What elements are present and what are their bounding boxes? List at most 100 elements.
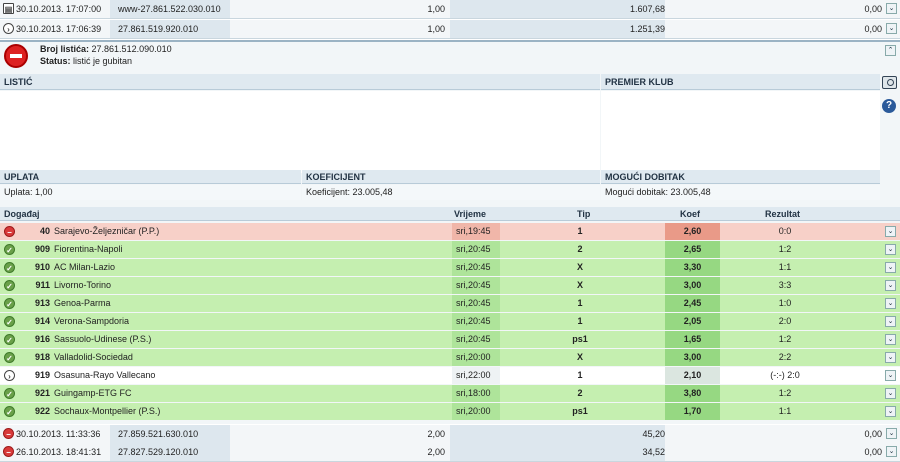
event-tip: X	[576, 280, 583, 290]
event-code: 916	[34, 334, 50, 344]
event-time: sri,20:00	[456, 352, 491, 362]
event-tip: 2	[577, 244, 583, 254]
expand-chevron-icon[interactable]: ⌄	[885, 226, 896, 237]
checkmark-icon: ✓	[4, 280, 15, 291]
event-result: 3:3	[778, 280, 792, 290]
event-row[interactable]: ✓ 921 Guingamp-ETG FC sri,18:00 2 3,80 1:2 ⌄	[0, 385, 900, 402]
event-result: (-:-) 2:0	[770, 370, 800, 380]
event-code: 40	[39, 226, 50, 236]
event-row[interactable]: › 919 Osasuna-Rayo Vallecano sri,22:00 1 2,10…	[0, 367, 900, 384]
event-koef: 3,80	[683, 388, 702, 398]
event-name: Sarajevo-Željezničar (P.P.)	[54, 226, 160, 236]
event-row[interactable]: ✓ 909 Fiorentina-Napoli sri,20:45 2 2,65 1:2 ⌄	[0, 241, 900, 258]
lost-ticket-icon	[4, 44, 28, 68]
event-row[interactable]: ✓ 913 Genoa-Parma sri,20:45 1 2,45 1:0 ⌄	[0, 295, 900, 312]
expand-chevron-icon[interactable]: ⌄	[886, 428, 897, 439]
col-time: Vrijeme	[454, 209, 487, 219]
checkmark-icon: ✓	[4, 298, 15, 309]
event-koef: 2,65	[683, 244, 702, 254]
event-name: Osasuna-Rayo Vallecano	[54, 370, 156, 380]
checkmark-icon: ✓	[4, 244, 15, 255]
listic-content	[0, 91, 600, 173]
dobitak-value: Mogući dobitak: 23.005,48	[601, 185, 880, 200]
event-code: 913	[34, 298, 50, 308]
event-code: 914	[34, 316, 50, 326]
expand-chevron-icon[interactable]: ⌄	[885, 298, 896, 309]
event-name: Verona-Sampdoria	[54, 316, 130, 326]
ticket-row[interactable]: −30.10.2013. 11:33:36 27.859.521.630.010 2…	[0, 425, 900, 444]
uplata-header: UPLATA	[0, 170, 301, 184]
event-result: 1:0	[778, 298, 792, 308]
uplata-value: Uplata: 1,00	[0, 185, 301, 200]
pending-arrow-icon: ›	[4, 370, 15, 381]
premier-club-content	[601, 91, 880, 173]
expand-chevron-icon[interactable]: ⌄	[885, 388, 896, 399]
listic-header: LISTIĆ	[0, 74, 600, 90]
pending-arrow-icon: ›	[3, 23, 14, 34]
event-result: 2:2	[778, 352, 792, 362]
event-time: sri,20:45	[456, 316, 491, 326]
event-name: Genoa-Parma	[54, 298, 111, 308]
collapse-chevron-icon[interactable]: ⌃	[885, 45, 896, 56]
ticket-status: listić je gubitan	[73, 56, 133, 66]
event-time: sri,18:00	[456, 388, 491, 398]
event-code: 910	[34, 262, 50, 272]
expand-chevron-icon[interactable]: ⌄	[886, 446, 897, 457]
expand-chevron-icon[interactable]: ⌄	[885, 334, 896, 345]
ticket-row[interactable]: ▤ 30.10.2013. 17:07:00 www-27.861.522.030.…	[0, 0, 900, 19]
koeficijent-header: KOEFICIJENT	[302, 170, 600, 184]
event-tip: ps1	[572, 406, 588, 416]
camera-icon[interactable]	[882, 76, 897, 89]
expand-chevron-icon[interactable]: ⌄	[886, 3, 897, 14]
expand-chevron-icon[interactable]: ⌄	[885, 352, 896, 363]
event-row[interactable]: − 40 Sarajevo-Željezničar (P.P.) sri,19:45 1…	[0, 223, 900, 240]
ticket-paid: 0,00	[864, 4, 882, 14]
ticket-stake: 1,00	[427, 24, 445, 34]
event-tip: ps1	[572, 334, 588, 344]
ticket-stake: 2,00	[427, 447, 445, 457]
event-code: 919	[34, 370, 50, 380]
expand-chevron-icon[interactable]: ⌄	[885, 370, 896, 381]
ticket-number: 27.861.519.920.010	[118, 24, 199, 34]
expand-chevron-icon[interactable]: ⌄	[885, 406, 896, 417]
expand-chevron-icon[interactable]: ⌄	[885, 262, 896, 273]
ticket-date: 30.10.2013. 11:33:36	[16, 429, 101, 439]
expand-chevron-icon[interactable]: ⌄	[885, 316, 896, 327]
event-time: sri,22:00	[456, 370, 491, 380]
event-time: sri,20:45	[456, 298, 491, 308]
dobitak-header: MOGUĆI DOBITAK	[601, 170, 880, 184]
event-time: sri,20:45	[456, 334, 491, 344]
ticket-stake: 2,00	[427, 429, 445, 439]
expand-chevron-icon[interactable]: ⌄	[885, 244, 896, 255]
expand-chevron-icon[interactable]: ⌄	[885, 280, 896, 291]
event-koef: 1,65	[683, 334, 702, 344]
ticket-date: 30.10.2013. 17:06:39	[16, 24, 102, 34]
event-row[interactable]: ✓ 911 Livorno-Torino sri,20:45 X 3,00 3:3 ⌄	[0, 277, 900, 294]
event-name: AC Milan-Lazio	[54, 262, 116, 272]
event-time: sri,20:00	[456, 406, 491, 416]
help-icon[interactable]: ?	[882, 99, 896, 113]
event-time: sri,20:45	[456, 280, 491, 290]
event-koef: 3,00	[683, 352, 702, 362]
ticket-number-line: Broj listića: 27.861.512.090.010	[40, 44, 172, 54]
event-row[interactable]: ✓ 914 Verona-Sampdoria sri,20:45 1 2,05 2:0 ⌄	[0, 313, 900, 330]
event-time: sri,20:45	[456, 244, 491, 254]
checkmark-icon: ✓	[4, 388, 15, 399]
ticket-row[interactable]: −26.10.2013. 18:41:31 27.827.529.120.010 2…	[0, 443, 900, 462]
checkmark-icon: ✓	[4, 262, 15, 273]
ticket-status-line: Status: listić je gubitan	[40, 56, 132, 66]
event-row[interactable]: ✓ 918 Valladolid-Sociedad sri,20:00 X 3,00 2:2…	[0, 349, 900, 366]
expand-chevron-icon[interactable]: ⌄	[886, 23, 897, 34]
ticket-number: 27.859.521.630.010	[118, 429, 199, 439]
event-tip: 1	[577, 316, 583, 326]
event-result: 1:1	[778, 406, 792, 416]
event-row[interactable]: ✓ 916 Sassuolo-Udinese (P.S.) sri,20:45 ps1 1…	[0, 331, 900, 348]
ticket-possible-win: 1.251,39	[629, 24, 665, 34]
premier-club-header: PREMIER KLUB	[601, 74, 880, 90]
event-result: 2:0	[778, 316, 792, 326]
event-row[interactable]: ✓ 910 AC Milan-Lazio sri,20:45 X 3,30 1:1 ⌄	[0, 259, 900, 276]
event-row[interactable]: ✓ 922 Sochaux-Montpellier (P.S.) sri,20:00 p…	[0, 403, 900, 420]
col-event: Događaj	[4, 209, 40, 219]
ticket-row[interactable]: › 30.10.2013. 17:06:39 27.861.519.920.010 1…	[0, 20, 900, 39]
event-result: 0:0	[778, 226, 792, 236]
